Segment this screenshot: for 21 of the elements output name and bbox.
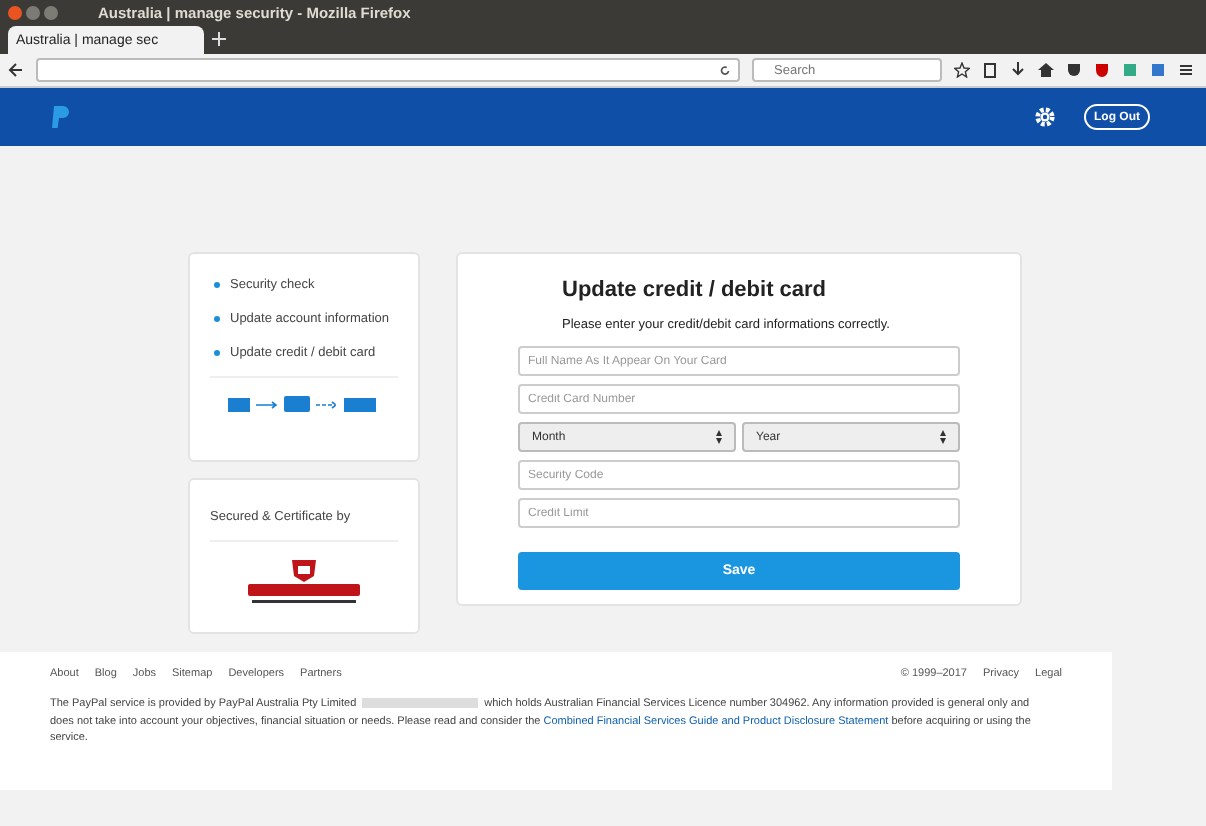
- spinner-arrows-icon: [940, 430, 946, 444]
- padlock-badge-drawing: [248, 558, 360, 606]
- maximize-icon[interactable]: [44, 5, 58, 19]
- back-icon[interactable]: [8, 62, 24, 78]
- settings-icon[interactable]: [1034, 106, 1056, 128]
- shield-icon[interactable]: [1094, 62, 1110, 78]
- minimize-icon[interactable]: [26, 5, 40, 19]
- address-field[interactable]: [36, 58, 740, 82]
- new-tab-icon[interactable]: [212, 32, 226, 46]
- menu-icon[interactable]: [1178, 62, 1194, 78]
- home-icon[interactable]: [1038, 62, 1054, 78]
- spinner-arrows-icon: [716, 430, 722, 444]
- bullet-icon: [214, 350, 220, 356]
- bullet-icon: [214, 282, 220, 288]
- star-icon[interactable]: [954, 62, 970, 78]
- form-title: Update credit / debit card: [562, 278, 827, 302]
- logo-icon: [52, 106, 70, 128]
- reload-icon[interactable]: [718, 63, 732, 77]
- bullet-icon: [214, 316, 220, 322]
- download-icon[interactable]: [1010, 62, 1026, 78]
- close-icon[interactable]: [8, 5, 22, 19]
